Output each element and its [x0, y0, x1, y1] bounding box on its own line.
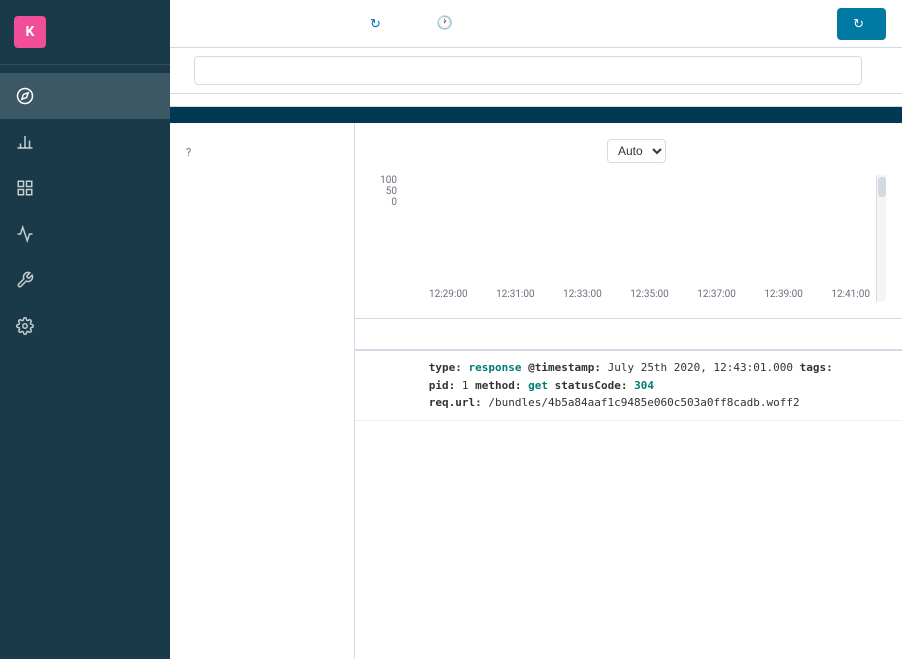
- open-button[interactable]: [266, 20, 282, 28]
- save-button[interactable]: [234, 20, 250, 28]
- source-key-pid: pid:: [429, 379, 456, 392]
- source-val-method: get: [528, 379, 555, 392]
- source-col-header: [417, 319, 902, 350]
- auto-refresh-button[interactable]: ↻: [362, 12, 393, 36]
- available-fields-title: [170, 162, 354, 174]
- time-cell: [385, 350, 417, 420]
- sidebar-logo: K: [0, 0, 170, 65]
- chart-header: Auto 10s 30s 1m 5m: [371, 139, 886, 163]
- filter-bar: [170, 94, 902, 107]
- bar-chart-icon: [14, 131, 36, 153]
- content-area: ? Auto 10s 30s 1m 5: [170, 123, 902, 659]
- kibana-logo-icon: K: [14, 16, 46, 48]
- share-button[interactable]: [298, 20, 314, 28]
- index-pattern-bar: [170, 107, 902, 123]
- scrollbar-thumb: [878, 177, 886, 197]
- chart-x-axis: 12:29:00 12:31:00 12:33:00 12:35:00 12:3…: [405, 285, 870, 300]
- kibana-toolbar: ↻ 🕐 ↻: [170, 0, 902, 48]
- refresh-icon: ↻: [853, 16, 864, 32]
- source-cell: type: response @timestamp: July 25th 202…: [417, 350, 902, 420]
- source-val-url: /bundles/4b5a84aaf1c9485e060c503a0ff8cad…: [488, 396, 799, 409]
- sidebar-item-dashboard[interactable]: [0, 165, 170, 211]
- time-nav-prev[interactable]: [409, 22, 421, 26]
- source-val-type: response: [468, 361, 528, 374]
- sidebar-item-management[interactable]: [0, 303, 170, 349]
- clock-icon: 🕐: [437, 16, 453, 31]
- chart-bars: [405, 175, 870, 285]
- chart-area: Auto 10s 30s 1m 5m 100 50 0: [355, 123, 902, 319]
- table-row: type: response @timestamp: July 25th 202…: [355, 350, 902, 420]
- expand-col-header: [355, 319, 385, 350]
- sidebar-item-discover[interactable]: [0, 73, 170, 119]
- data-table: type: response @timestamp: July 25th 202…: [355, 319, 902, 421]
- source-val-status: 304: [634, 379, 654, 392]
- sidebar-item-visualize[interactable]: [0, 119, 170, 165]
- time-picker[interactable]: 🕐: [437, 16, 457, 31]
- time-nav-next[interactable]: [473, 22, 485, 26]
- sidebar-item-devtools[interactable]: [0, 257, 170, 303]
- fields-panel: ?: [170, 123, 355, 659]
- timelion-icon: [14, 223, 36, 245]
- results-table: type: response @timestamp: July 25th 202…: [355, 319, 902, 659]
- interval-select[interactable]: Auto 10s 30s 1m 5m: [607, 139, 666, 163]
- source-key-method: method:: [475, 379, 521, 392]
- dashboard-icon: [14, 177, 36, 199]
- source-key-url: req.url:: [429, 396, 482, 409]
- source-key-timestamp: @timestamp:: [528, 361, 601, 374]
- sidebar-nav: [0, 65, 170, 659]
- time-col-header[interactable]: [385, 319, 417, 350]
- sidebar-item-timelion[interactable]: [0, 211, 170, 257]
- refresh-button[interactable]: ↻: [837, 8, 886, 40]
- main-content: ↻ 🕐 ↻ ?: [170, 0, 902, 659]
- selected-field-source[interactable]: ?: [170, 143, 354, 162]
- compass-icon: [14, 85, 36, 107]
- source-key-tags: tags:: [800, 361, 833, 374]
- refresh-cycle-icon: ↻: [370, 16, 381, 32]
- search-bar: [170, 48, 902, 94]
- inspect-button[interactable]: [330, 20, 346, 28]
- chart-y-axis: 100 50 0: [371, 175, 401, 208]
- selected-fields-title: [170, 131, 354, 143]
- source-key-status: statusCode:: [555, 379, 628, 392]
- wrench-icon: [14, 269, 36, 291]
- right-panel: Auto 10s 30s 1m 5m 100 50 0: [355, 123, 902, 659]
- source-val-pid: 1: [462, 379, 475, 392]
- new-button[interactable]: [202, 20, 218, 28]
- source-val-timestamp: July 25th 2020, 12:43:01.000: [608, 361, 800, 374]
- options-button[interactable]: [870, 67, 886, 75]
- source-key-type: type:: [429, 361, 462, 374]
- search-input[interactable]: [194, 56, 862, 85]
- chart-scrollbar[interactable]: [876, 175, 886, 302]
- gear-icon: [14, 315, 36, 337]
- sidebar: K: [0, 0, 170, 659]
